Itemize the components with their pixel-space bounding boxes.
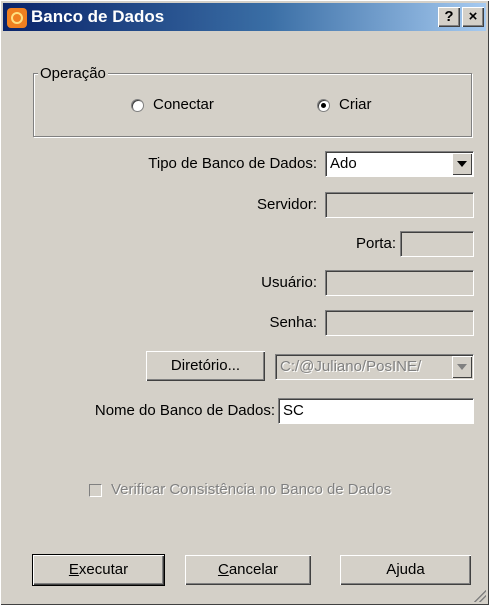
- execute-button[interactable]: Executar: [32, 554, 165, 586]
- help-title-button[interactable]: ?: [438, 7, 460, 27]
- close-button[interactable]: ×: [462, 7, 484, 27]
- app-icon: [7, 8, 27, 28]
- directory-select[interactable]: C:/@Juliano/PosINE/: [275, 354, 474, 380]
- chevron-down-icon[interactable]: [452, 356, 472, 378]
- cancel-button[interactable]: Cancelar: [185, 555, 311, 585]
- directory-button[interactable]: Diretório...: [146, 351, 265, 381]
- title-bar[interactable]: Banco de Dados ? ×: [3, 3, 486, 31]
- server-field[interactable]: [325, 192, 474, 218]
- chevron-down-icon[interactable]: [452, 153, 472, 175]
- verify-checkbox[interactable]: [89, 484, 102, 497]
- operation-groupbox: [33, 73, 472, 137]
- db-type-select[interactable]: Ado: [325, 151, 474, 177]
- help-pre: A: [386, 561, 397, 578]
- db-type-label: Tipo de Banco de Dados:: [148, 155, 317, 172]
- db-name-label: Nome do Banco de Dados:: [94, 402, 275, 419]
- password-label: Senha:: [269, 314, 317, 331]
- radio-conectar-label[interactable]: Conectar: [153, 96, 214, 113]
- directory-value: C:/@Juliano/PosINE/: [280, 358, 422, 375]
- radio-criar-label[interactable]: Criar: [339, 96, 372, 113]
- server-label: Servidor:: [256, 196, 317, 213]
- dialog-window: Banco de Dados ? × Operação Conectar Cri…: [0, 0, 489, 605]
- db-type-value: Ado: [330, 155, 357, 172]
- port-label: Porta:: [355, 235, 396, 252]
- help-button[interactable]: Ajuda: [340, 555, 471, 585]
- password-field[interactable]: [325, 310, 474, 336]
- resize-grip-icon[interactable]: [474, 590, 486, 602]
- execute-rest: xecutar: [78, 561, 129, 578]
- cancel-accel: C: [217, 561, 229, 578]
- user-label: Usuário:: [261, 274, 317, 291]
- verify-label[interactable]: Verificar Consistência no Banco de Dados: [111, 481, 391, 498]
- user-field[interactable]: [325, 270, 474, 296]
- db-name-field[interactable]: SC: [278, 398, 474, 424]
- operation-group-label: Operação: [38, 65, 108, 82]
- window-title: Banco de Dados: [31, 7, 165, 26]
- radio-criar[interactable]: [317, 99, 330, 112]
- port-field[interactable]: [400, 231, 474, 257]
- help-rest: uda: [399, 561, 425, 578]
- execute-accel: E: [68, 561, 79, 578]
- radio-conectar[interactable]: [131, 99, 144, 112]
- db-name-value: SC: [283, 402, 304, 419]
- cancel-rest: ancelar: [228, 561, 279, 578]
